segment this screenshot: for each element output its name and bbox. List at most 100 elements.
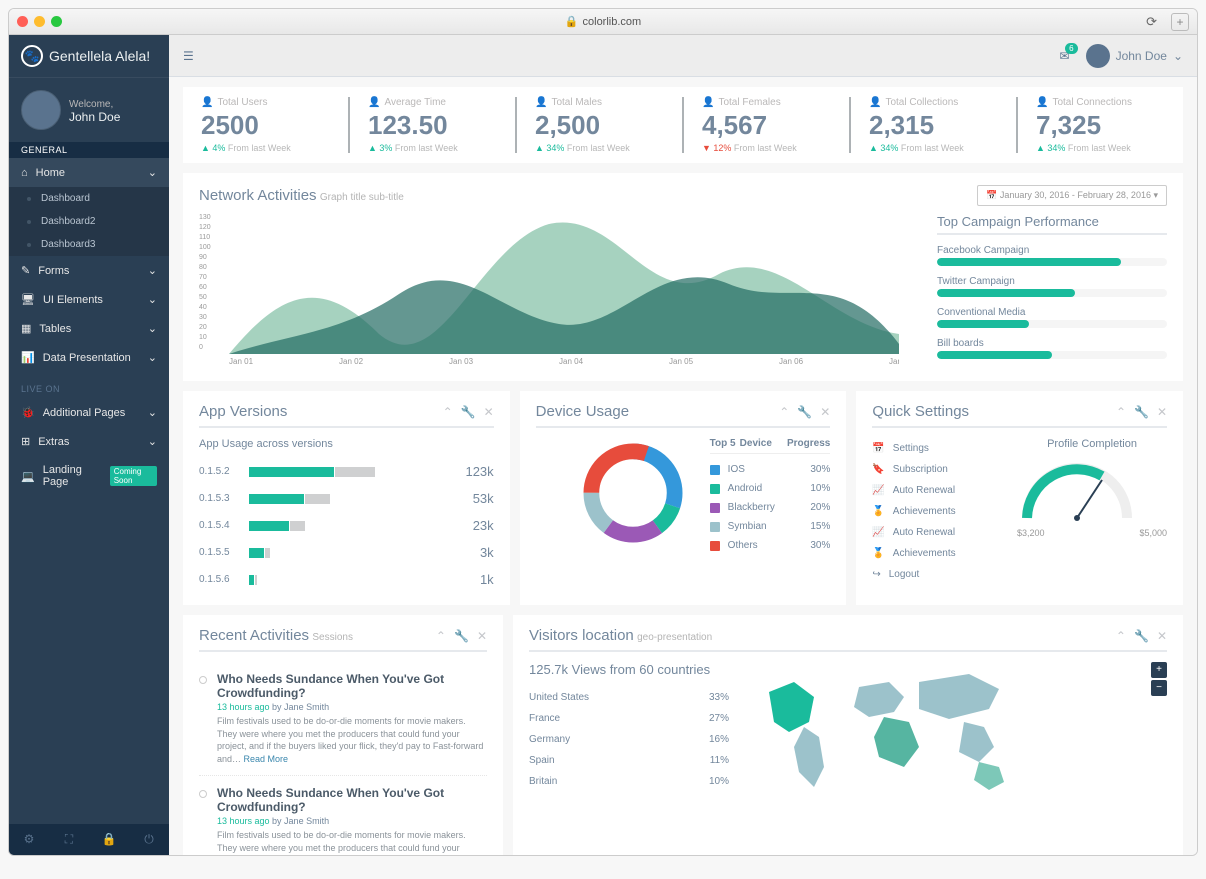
qs-item[interactable]: 📅Settings bbox=[872, 438, 1017, 459]
svg-text:Jan 07: Jan 07 bbox=[889, 357, 899, 364]
chevron-down-icon: ⌄ bbox=[148, 351, 157, 364]
mail-icon[interactable]: ✉6 bbox=[1060, 49, 1070, 63]
chevron-up-icon[interactable]: ⌃ bbox=[1116, 405, 1126, 419]
chevron-up-icon[interactable]: ⌃ bbox=[436, 629, 446, 643]
submenu-dashboard3[interactable]: Dashboard3 bbox=[9, 233, 169, 256]
menu-extras[interactable]: ⊞Extras⌄ bbox=[9, 427, 169, 456]
minimize-window-icon[interactable] bbox=[34, 16, 45, 27]
menu-home[interactable]: ⌂Home ⌄ bbox=[9, 158, 169, 187]
new-tab-button[interactable]: + bbox=[1171, 13, 1189, 31]
brand[interactable]: 🐾 Gentellela Alela! bbox=[9, 35, 169, 78]
qs-item[interactable]: 🏅Achievements bbox=[872, 543, 1017, 564]
menu-data[interactable]: 📊Data Presentation⌄ bbox=[9, 343, 169, 372]
qs-icon: 🔖 bbox=[872, 464, 884, 475]
qs-item[interactable]: 📈Auto Renewal bbox=[872, 480, 1017, 501]
sidebar-profile: Welcome, John Doe bbox=[9, 78, 169, 142]
wrench-icon[interactable]: 🔧 bbox=[454, 629, 469, 643]
svg-text:Jan 05: Jan 05 bbox=[669, 357, 694, 364]
qs-item[interactable]: 🔖Subscription bbox=[872, 459, 1017, 480]
profile-name: John Doe bbox=[69, 110, 120, 124]
svg-text:60: 60 bbox=[199, 284, 207, 291]
color-swatch-icon bbox=[710, 503, 720, 513]
device-row: Symbian15% bbox=[710, 517, 831, 536]
version-row: 0.1.5.3 53k bbox=[199, 485, 494, 512]
chevron-down-icon: ⌄ bbox=[148, 293, 157, 306]
date-range-picker[interactable]: 📅 January 30, 2016 - February 28, 2016 ▾ bbox=[977, 185, 1167, 206]
qs-item[interactable]: 🏅Achievements bbox=[872, 501, 1017, 522]
hamburger-icon[interactable]: ☰ bbox=[183, 49, 194, 63]
close-icon[interactable]: ✕ bbox=[484, 405, 494, 419]
device-row: Android10% bbox=[710, 479, 831, 498]
device-donut bbox=[578, 438, 698, 555]
close-icon[interactable]: ✕ bbox=[1157, 629, 1167, 643]
color-swatch-icon bbox=[710, 484, 720, 494]
close-window-icon[interactable] bbox=[17, 16, 28, 27]
avatar-small bbox=[1086, 44, 1110, 68]
submenu-dashboard[interactable]: Dashboard bbox=[9, 187, 169, 210]
timeline-dot-icon bbox=[199, 676, 207, 684]
power-icon[interactable]: ⏻ bbox=[129, 824, 169, 855]
maximize-window-icon[interactable] bbox=[51, 16, 62, 27]
menu-landing[interactable]: 💻Landing PageComing Soon bbox=[9, 456, 169, 496]
qs-item[interactable]: 📈Auto Renewal bbox=[872, 522, 1017, 543]
wrench-icon[interactable]: 🔧 bbox=[461, 405, 476, 419]
menu-ui[interactable]: 🖥UI Elements⌄ bbox=[9, 285, 169, 314]
sidebar: 🐾 Gentellela Alela! Welcome, John Doe GE… bbox=[9, 35, 169, 855]
svg-text:20: 20 bbox=[199, 324, 207, 331]
color-swatch-icon bbox=[710, 541, 720, 551]
menu-tables[interactable]: ▦Tables⌄ bbox=[9, 314, 169, 343]
svg-text:30: 30 bbox=[199, 314, 207, 321]
reload-icon[interactable]: ⟳ bbox=[1146, 14, 1157, 30]
version-row: 0.1.5.5 3k bbox=[199, 539, 494, 566]
close-icon[interactable]: ✕ bbox=[477, 629, 487, 643]
wrench-icon[interactable]: 🔧 bbox=[1134, 629, 1149, 643]
stat-tile: 👤Total Collections 2,315 ▲ 34% From last… bbox=[849, 97, 1016, 153]
country-row: France27% bbox=[529, 708, 729, 729]
read-more-link[interactable]: Read More bbox=[244, 754, 289, 764]
activity-item: Who Needs Sundance When You've Got Crowd… bbox=[199, 662, 487, 776]
stat-tile: 👤Total Females 4,567 ▼ 12% From last Wee… bbox=[682, 97, 849, 153]
chevron-up-icon[interactable]: ⌃ bbox=[443, 405, 453, 419]
qs-icon: 📈 bbox=[872, 485, 884, 496]
desktop-icon: 🖥 bbox=[21, 293, 35, 306]
svg-text:100: 100 bbox=[199, 244, 211, 251]
version-row: 0.1.5.4 23k bbox=[199, 512, 494, 539]
user-dropdown[interactable]: John Doe ⌄ bbox=[1086, 44, 1183, 68]
fullscreen-icon[interactable]: ⛶ bbox=[49, 824, 89, 855]
wrench-icon[interactable]: 🔧 bbox=[797, 405, 812, 419]
avatar[interactable] bbox=[21, 90, 61, 130]
chevron-down-icon: ⌄ bbox=[148, 166, 157, 179]
zoom-in-button[interactable]: + bbox=[1151, 662, 1167, 678]
browser-window: 🔒colorlib.com ⟳ + 🐾 Gentellela Alela! We… bbox=[8, 8, 1198, 856]
qs-icon: 🏅 bbox=[872, 548, 884, 559]
stats-row: 👤Total Users 2500 ▲ 4% From last Week 👤A… bbox=[183, 87, 1183, 163]
user-icon: 👤 bbox=[368, 97, 380, 108]
color-swatch-icon bbox=[710, 522, 720, 532]
qs-icon: 🏅 bbox=[872, 506, 884, 517]
svg-text:120: 120 bbox=[199, 224, 211, 231]
svg-text:70: 70 bbox=[199, 274, 207, 281]
main: ☰ ✉6 John Doe ⌄ 👤Total Users 2500 ▲ 4% F… bbox=[169, 35, 1197, 855]
world-map[interactable]: +− bbox=[749, 662, 1167, 802]
qs-item[interactable]: ↪Logout bbox=[872, 564, 1017, 585]
chevron-up-icon[interactable]: ⌃ bbox=[779, 405, 789, 419]
close-icon[interactable]: ✕ bbox=[1157, 405, 1167, 419]
menu-additional[interactable]: 🐞Additional Pages⌄ bbox=[9, 398, 169, 427]
campaign-item: Conventional Media bbox=[937, 307, 1167, 328]
titlebar: 🔒colorlib.com ⟳ + bbox=[9, 9, 1197, 35]
lock-icon[interactable]: 🔒 bbox=[89, 824, 129, 855]
panel-app-versions: App Versions ⌃🔧✕ App Usage across versio… bbox=[183, 391, 510, 605]
url-bar[interactable]: 🔒colorlib.com bbox=[565, 15, 641, 28]
stat-tile: 👤Total Connections 7,325 ▲ 34% From last… bbox=[1016, 97, 1183, 153]
menu-forms[interactable]: ✎Forms⌄ bbox=[9, 256, 169, 285]
user-icon: 👤 bbox=[1036, 97, 1048, 108]
zoom-out-button[interactable]: − bbox=[1151, 680, 1167, 696]
close-icon[interactable]: ✕ bbox=[820, 405, 830, 419]
campaign-item: Facebook Campaign bbox=[937, 245, 1167, 266]
device-row: Others30% bbox=[710, 536, 831, 555]
settings-icon[interactable]: ⚙ bbox=[9, 824, 49, 855]
chevron-up-icon[interactable]: ⌃ bbox=[1116, 629, 1126, 643]
wrench-icon[interactable]: 🔧 bbox=[1134, 405, 1149, 419]
chevron-down-icon: ⌄ bbox=[148, 264, 157, 277]
submenu-dashboard2[interactable]: Dashboard2 bbox=[9, 210, 169, 233]
